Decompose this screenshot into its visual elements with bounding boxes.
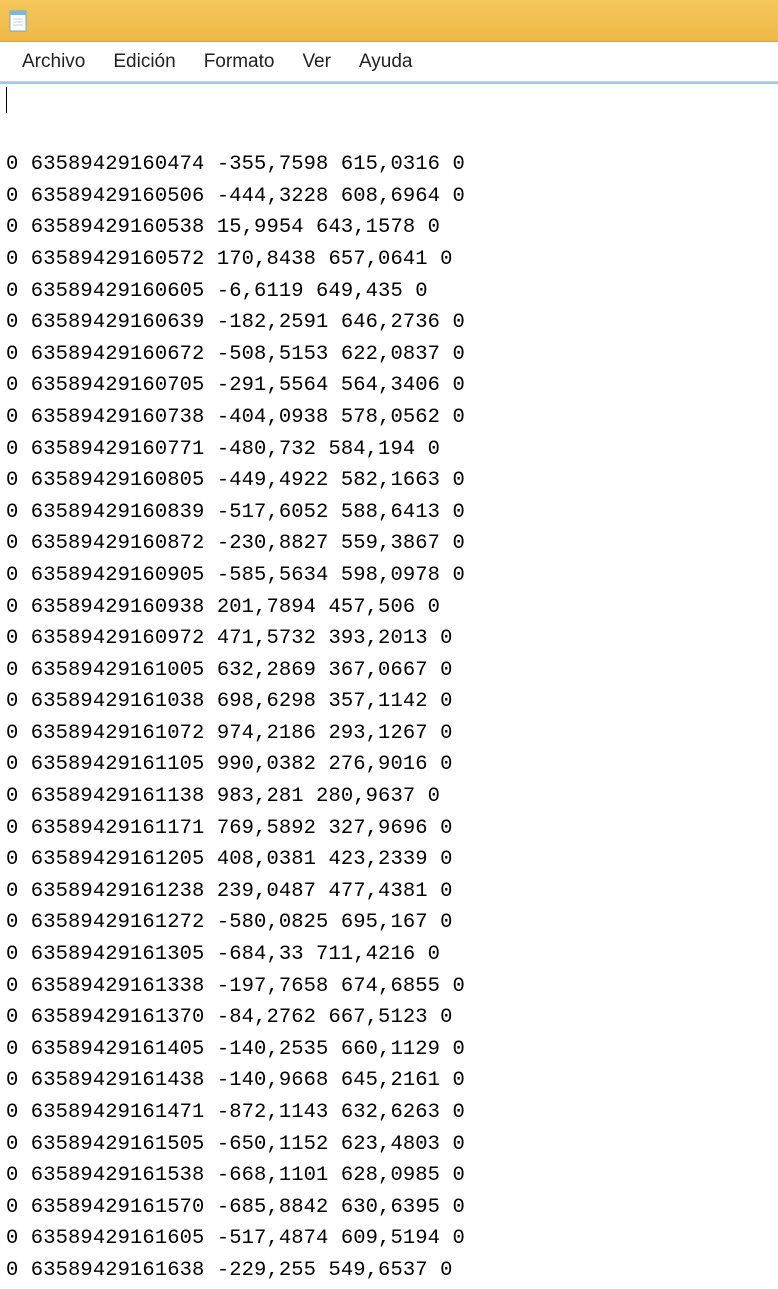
menu-bar: Archivo Edición Formato Ver Ayuda xyxy=(0,42,778,82)
text-line: 0 63589429160938 201,7894 457,506 0 xyxy=(6,592,772,624)
menu-archivo[interactable]: Archivo xyxy=(8,45,99,79)
text-line: 0 63589429160738 -404,0938 578,0562 0 xyxy=(6,402,772,434)
text-line: 0 63589429161570 -685,8842 630,6395 0 xyxy=(6,1192,772,1224)
text-line: 0 63589429160474 -355,7598 615,0316 0 xyxy=(6,149,772,181)
text-line: 0 63589429161471 -872,1143 632,6263 0 xyxy=(6,1097,772,1129)
text-line: 0 63589429161405 -140,2535 660,1129 0 xyxy=(6,1034,772,1066)
text-line: 0 63589429161105 990,0382 276,9016 0 xyxy=(6,749,772,781)
text-line: 0 63589429161171 769,5892 327,9696 0 xyxy=(6,813,772,845)
menu-edicion[interactable]: Edición xyxy=(99,45,189,79)
text-line: 0 63589429161072 974,2186 293,1267 0 xyxy=(6,718,772,750)
text-editor-area[interactable]: 0 63589429160474 -355,7598 615,0316 00 6… xyxy=(0,84,778,1289)
text-line: 0 63589429160705 -291,5564 564,3406 0 xyxy=(6,370,772,402)
text-line: 0 63589429161370 -84,2762 667,5123 0 xyxy=(6,1002,772,1034)
text-line: 0 63589429160972 471,5732 393,2013 0 xyxy=(6,623,772,655)
text-line: 0 63589429161638 -229,255 549,6537 0 xyxy=(6,1255,772,1287)
text-line: 0 63589429161538 -668,1101 628,0985 0 xyxy=(6,1160,772,1192)
text-line: 0 63589429160872 -230,8827 559,3867 0 xyxy=(6,528,772,560)
text-line: 0 63589429160506 -444,3228 608,6964 0 xyxy=(6,181,772,213)
text-line: 0 63589429161338 -197,7658 674,6855 0 xyxy=(6,971,772,1003)
text-line: 0 63589429161438 -140,9668 645,2161 0 xyxy=(6,1065,772,1097)
text-line: 0 63589429161238 239,0487 477,4381 0 xyxy=(6,876,772,908)
text-line: 0 63589429161038 698,6298 357,1142 0 xyxy=(6,686,772,718)
text-line: 0 63589429161005 632,2869 367,0667 0 xyxy=(6,655,772,687)
text-line: 0 63589429160771 -480,732 584,194 0 xyxy=(6,434,772,466)
menu-ayuda[interactable]: Ayuda xyxy=(345,45,427,79)
text-line: 0 63589429160572 170,8438 657,0641 0 xyxy=(6,244,772,276)
notepad-icon xyxy=(8,9,28,33)
menu-formato[interactable]: Formato xyxy=(190,45,289,79)
text-cursor xyxy=(6,87,7,113)
text-line: 0 63589429160605 -6,6119 649,435 0 xyxy=(6,276,772,308)
text-line: 0 63589429161272 -580,0825 695,167 0 xyxy=(6,907,772,939)
text-line: 0 63589429160672 -508,5153 622,0837 0 xyxy=(6,339,772,371)
text-line: 0 63589429160639 -182,2591 646,2736 0 xyxy=(6,307,772,339)
text-line: 0 63589429160538 15,9954 643,1578 0 xyxy=(6,212,772,244)
text-line: 0 63589429161205 408,0381 423,2339 0 xyxy=(6,844,772,876)
text-line: 0 63589429161138 983,281 280,9637 0 xyxy=(6,781,772,813)
text-line: 0 63589429161505 -650,1152 623,4803 0 xyxy=(6,1129,772,1161)
text-line: 0 63589429161305 -684,33 711,4216 0 xyxy=(6,939,772,971)
text-line: 0 63589429160905 -585,5634 598,0978 0 xyxy=(6,560,772,592)
text-line: 0 63589429161605 -517,4874 609,5194 0 xyxy=(6,1223,772,1255)
title-bar[interactable] xyxy=(0,0,778,42)
menu-ver[interactable]: Ver xyxy=(288,45,345,79)
text-line: 0 63589429160839 -517,6052 588,6413 0 xyxy=(6,497,772,529)
text-line: 0 63589429160805 -449,4922 582,1663 0 xyxy=(6,465,772,497)
